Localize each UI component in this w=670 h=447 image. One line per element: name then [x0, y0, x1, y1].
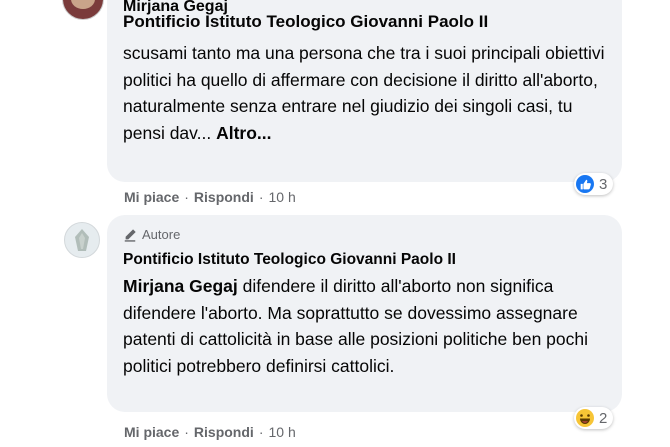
pencil-icon — [124, 228, 136, 242]
comment-body: scusami tanto ma una persona che tra i s… — [123, 43, 605, 143]
comment-text: scusami tanto ma una persona che tra i s… — [123, 40, 618, 146]
mentioned-page[interactable]: Pontificio Istituto Teologico Giovanni P… — [123, 12, 488, 32]
like-button[interactable]: Mi piace — [124, 424, 179, 440]
reply-button[interactable]: Rispondi — [194, 424, 254, 440]
comment-actions: Mi piace · Rispondi · 10 h — [124, 189, 296, 205]
separator: · — [258, 424, 264, 440]
separator: · — [184, 424, 189, 440]
reply-button[interactable]: Rispondi — [194, 189, 254, 205]
author-badge-label: Autore — [142, 227, 181, 242]
like-icon — [576, 175, 594, 193]
avatar[interactable] — [64, 222, 100, 258]
comment-text: Mirjana Gegaj difendere il diritto all'a… — [123, 273, 618, 379]
reaction-summary[interactable]: 2 — [574, 407, 614, 429]
avatar-logo-icon — [75, 229, 89, 251]
timestamp[interactable]: 10 h — [268, 424, 295, 440]
reaction-summary[interactable]: 3 — [574, 173, 614, 195]
comment-bubble: Autore Pontificio Istituto Teologico Gio… — [107, 215, 622, 412]
mentioned-user[interactable]: Mirjana Gegaj — [123, 276, 238, 296]
separator: · — [258, 189, 264, 205]
more-link[interactable]: Altro... — [216, 123, 271, 143]
comment-author[interactable]: Pontificio Istituto Teologico Giovanni P… — [123, 251, 456, 269]
reaction-count: 3 — [599, 175, 608, 193]
avatar[interactable] — [62, 0, 104, 20]
timestamp[interactable]: 10 h — [268, 189, 295, 205]
separator: · — [184, 189, 189, 205]
author-badge: Autore — [123, 227, 180, 242]
haha-icon — [576, 409, 594, 427]
like-button[interactable]: Mi piace — [124, 189, 179, 205]
comment-actions: Mi piace · Rispondi · 10 h — [124, 424, 296, 440]
comment-bubble: Mirjana Gegaj Pontificio Istituto Teolog… — [107, 0, 622, 182]
reaction-count: 2 — [599, 409, 608, 427]
